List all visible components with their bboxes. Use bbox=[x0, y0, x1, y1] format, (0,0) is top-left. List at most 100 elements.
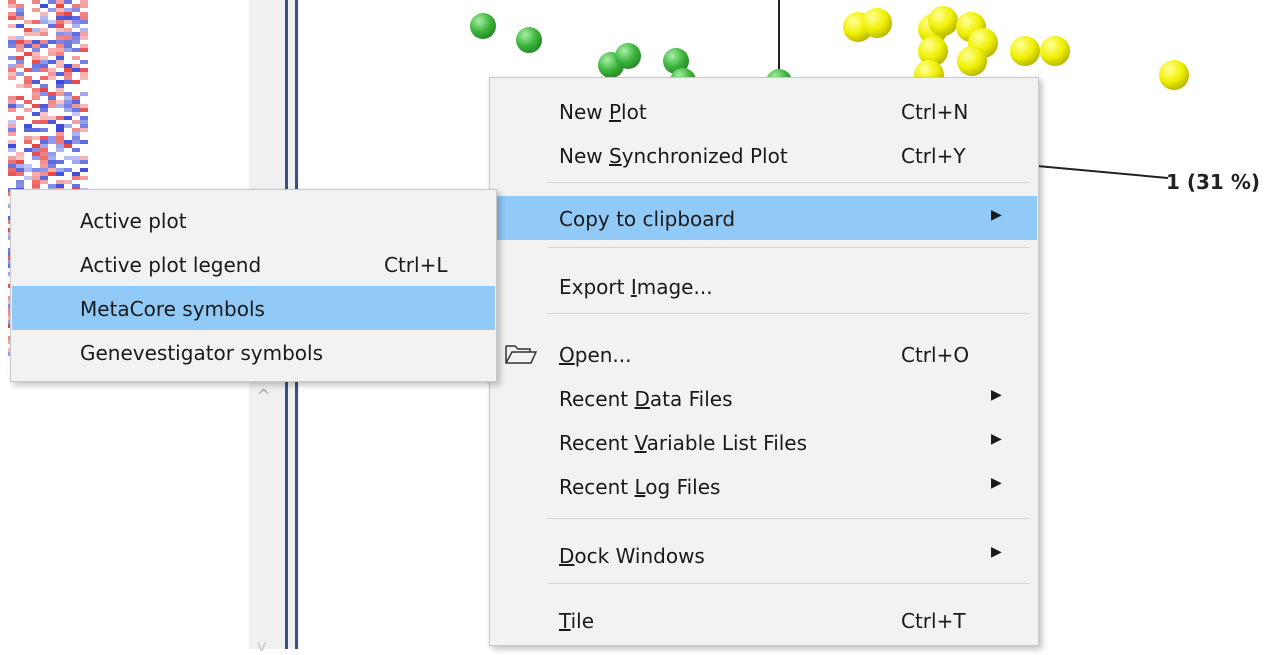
data-point bbox=[598, 52, 624, 78]
menu-item-label: Copy to clipboard bbox=[559, 207, 736, 231]
heatmap-cell bbox=[40, 32, 48, 36]
heatmap-cell bbox=[48, 60, 56, 64]
heatmap-cell bbox=[32, 128, 40, 132]
heatmap-cell bbox=[24, 176, 32, 180]
heatmap-cell bbox=[32, 96, 40, 100]
scroll-up-arrow-icon[interactable]: ^ bbox=[257, 386, 270, 405]
submenu-item-active-plot[interactable]: Active plot bbox=[12, 198, 495, 242]
heatmap-cell bbox=[40, 180, 48, 184]
menu-item-recent-data-files[interactable]: Recent Data Files ▶ bbox=[491, 376, 1037, 420]
data-point bbox=[663, 48, 689, 74]
heatmap-cell bbox=[16, 16, 24, 20]
data-point bbox=[957, 46, 987, 76]
submenu-arrow-icon: ▶ bbox=[991, 544, 1002, 560]
data-point bbox=[843, 12, 873, 42]
heatmap-cell bbox=[56, 148, 64, 152]
heatmap-cell bbox=[72, 24, 80, 28]
heatmap-cell bbox=[64, 0, 72, 4]
heatmap-cell bbox=[8, 44, 16, 48]
menu-separator bbox=[547, 182, 1030, 183]
menu-item-shortcut: Ctrl+N bbox=[901, 100, 969, 124]
heatmap-cell bbox=[24, 68, 32, 72]
heatmap-cell bbox=[40, 20, 48, 24]
heatmap-cell bbox=[24, 108, 32, 112]
heatmap-cell bbox=[64, 168, 72, 172]
heatmap-cell bbox=[8, 16, 16, 20]
menu-item-label: MetaCore symbols bbox=[80, 297, 265, 321]
menu-item-tile[interactable]: Tile Ctrl+T bbox=[491, 598, 1037, 642]
heatmap-cell bbox=[72, 148, 80, 152]
heatmap-cell bbox=[80, 168, 88, 172]
heatmap-cell bbox=[80, 140, 88, 144]
menu-item-shortcut: Ctrl+O bbox=[901, 343, 970, 367]
heatmap-cell bbox=[32, 32, 40, 36]
menu-item-label: Recent Data Files bbox=[559, 387, 733, 411]
heatmap-cell bbox=[56, 116, 64, 120]
heatmap-cell bbox=[48, 40, 56, 44]
heatmap-cell bbox=[64, 156, 72, 160]
submenu-item-metacore-symbols[interactable]: MetaCore symbols bbox=[12, 286, 495, 330]
heatmap-cell bbox=[80, 60, 88, 64]
menu-item-recent-log-files[interactable]: Recent Log Files ▶ bbox=[491, 464, 1037, 508]
scroll-down-arrow-icon[interactable]: v bbox=[257, 636, 266, 655]
menu-item-new-synchronized-plot[interactable]: New Synchronized Plot Ctrl+Y bbox=[491, 133, 1037, 177]
heatmap-cell bbox=[48, 52, 56, 56]
heatmap-cell bbox=[72, 40, 80, 44]
heatmap-cell bbox=[56, 160, 64, 164]
heatmap-cell bbox=[8, 108, 16, 112]
data-point bbox=[968, 28, 998, 58]
data-point bbox=[470, 13, 496, 39]
heatmap-cell bbox=[16, 24, 24, 28]
menu-item-label: Recent Variable List Files bbox=[559, 431, 808, 455]
data-point bbox=[918, 36, 948, 66]
data-point bbox=[862, 8, 892, 38]
heatmap-cell bbox=[64, 80, 72, 84]
heatmap-cell bbox=[64, 124, 72, 128]
heatmap-cell bbox=[40, 68, 48, 72]
menu-item-shortcut: Ctrl+T bbox=[901, 609, 966, 633]
submenu-item-active-plot-legend[interactable]: Active plot legend Ctrl+L bbox=[12, 242, 495, 286]
heatmap-cell bbox=[16, 48, 24, 52]
heatmap-cell bbox=[32, 104, 40, 108]
heatmap-cell bbox=[32, 156, 40, 160]
data-point bbox=[1040, 36, 1070, 66]
menu-item-export-image[interactable]: Export Image... bbox=[491, 264, 1037, 308]
menu-item-open[interactable]: Open... Ctrl+O bbox=[491, 332, 1037, 376]
folder-open-icon bbox=[505, 345, 538, 364]
menu-item-label: Active plot legend bbox=[80, 253, 262, 277]
heatmap-cell bbox=[40, 44, 48, 48]
heatmap-cell bbox=[56, 64, 64, 68]
submenu-arrow-icon: ▶ bbox=[991, 431, 1002, 447]
menu-item-label: Genevestigator symbols bbox=[80, 341, 323, 365]
heatmap-cell bbox=[24, 168, 32, 172]
heatmap-cell bbox=[64, 20, 72, 24]
submenu-arrow-icon: ▶ bbox=[991, 475, 1002, 491]
heatmap-cell bbox=[80, 108, 88, 112]
data-point bbox=[1159, 60, 1189, 90]
menu-item-copy-to-clipboard[interactable]: Copy to clipboard ▶ bbox=[491, 196, 1037, 240]
heatmap-cell bbox=[40, 128, 48, 132]
heatmap-cell bbox=[72, 120, 80, 124]
heatmap-cell bbox=[72, 8, 80, 12]
menu-item-shortcut: Ctrl+Y bbox=[901, 144, 966, 168]
submenu-item-genevestigator-symbols[interactable]: Genevestigator symbols bbox=[12, 330, 495, 374]
menu-item-dock-windows[interactable]: Dock Windows ▶ bbox=[491, 533, 1037, 577]
menu-item-new-plot[interactable]: New Plot Ctrl+N bbox=[491, 89, 1037, 133]
heatmap-cell bbox=[16, 116, 24, 120]
heatmap-cell bbox=[24, 20, 32, 24]
heatmap-cell bbox=[72, 160, 80, 164]
menu-separator bbox=[547, 247, 1030, 248]
heatmap-cell bbox=[72, 48, 80, 52]
heatmap-cell bbox=[16, 84, 24, 88]
heatmap-cell bbox=[80, 4, 88, 8]
menu-item-recent-variable-list-files[interactable]: Recent Variable List Files ▶ bbox=[491, 420, 1037, 464]
heatmap-cell bbox=[48, 24, 56, 28]
menu-item-label: New Synchronized Plot bbox=[559, 144, 788, 168]
context-menu: New Plot Ctrl+N New Synchronized Plot Ct… bbox=[489, 77, 1039, 646]
heatmap-cell bbox=[56, 104, 64, 108]
heatmap-cell bbox=[48, 104, 56, 108]
data-point bbox=[516, 27, 542, 53]
heatmap-cell bbox=[40, 4, 48, 8]
heatmap-cell bbox=[40, 92, 48, 96]
heatmap-cell bbox=[8, 148, 16, 152]
